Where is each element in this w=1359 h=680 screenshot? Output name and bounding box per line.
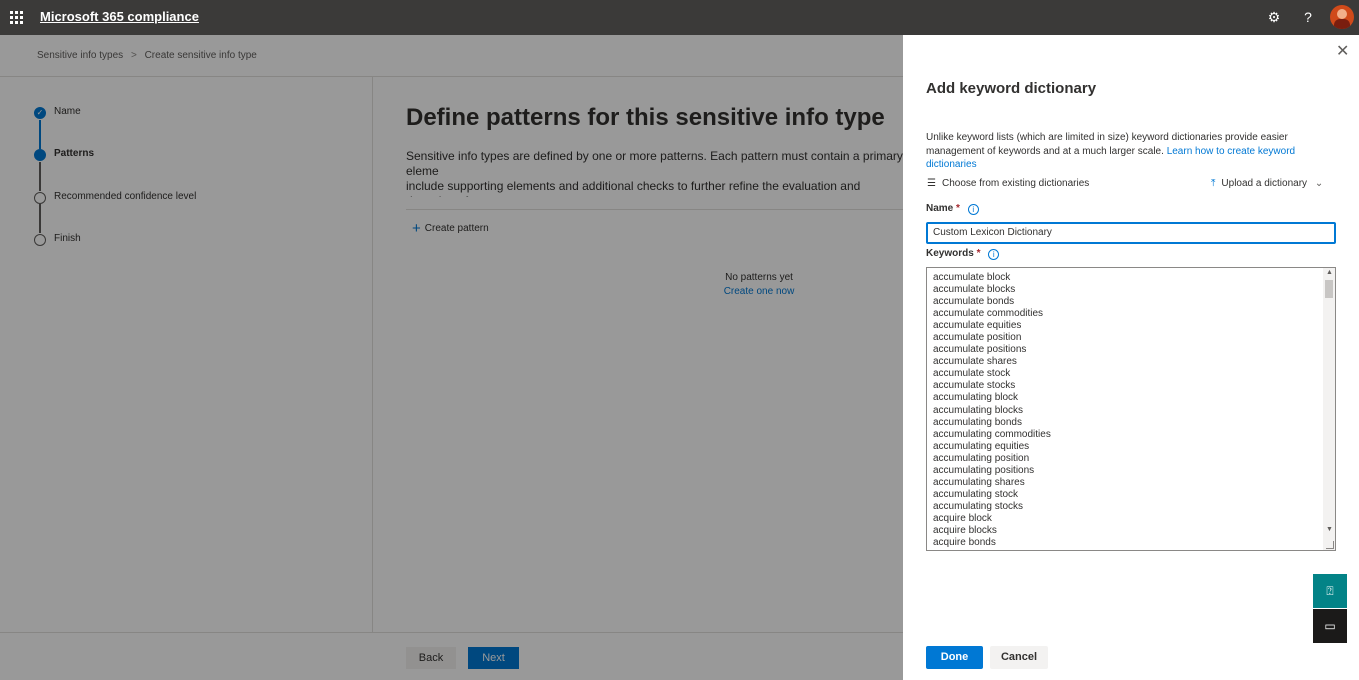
- feedback-icon: ▭: [1324, 619, 1336, 633]
- keyword-item: accumulating stock: [933, 488, 1019, 500]
- keyword-item: accumulating blocks: [933, 404, 1024, 416]
- keyword-item: accumulate positions: [933, 344, 1027, 356]
- scroll-down-icon[interactable]: ▼: [1326, 526, 1333, 533]
- keyword-item: accumulating shares: [933, 476, 1025, 488]
- help-button[interactable]: ⍰: [1313, 574, 1347, 608]
- upload-icon: ⤒: [1211, 178, 1216, 189]
- app-title[interactable]: Microsoft 365 compliance: [40, 9, 199, 24]
- scroll-up-icon[interactable]: ▲: [1326, 269, 1333, 276]
- name-input[interactable]: Custom Lexicon Dictionary: [926, 222, 1336, 244]
- keyword-item: accumulating stocks: [933, 500, 1024, 512]
- keyword-item: accumulating block: [933, 392, 1019, 404]
- scroll-thumb[interactable]: [1325, 280, 1333, 298]
- keyword-item: accumulating equities: [933, 440, 1030, 452]
- keyword-item: accumulate position: [933, 332, 1022, 344]
- keyword-item: accumulate equities: [933, 320, 1022, 332]
- scrollbar[interactable]: ▲ ▼: [1323, 268, 1335, 550]
- choose-existing-dictionaries-button[interactable]: ☰ Choose from existing dictionaries: [927, 178, 1089, 189]
- panel-title: Add keyword dictionary: [926, 80, 1097, 97]
- keyword-item: accumulate shares: [933, 356, 1017, 368]
- keyword-item: accumulate blocks: [933, 284, 1016, 296]
- keyword-item: accumulate stock: [933, 368, 1011, 380]
- modal-overlay[interactable]: [0, 35, 903, 680]
- list-icon: ☰: [927, 178, 936, 189]
- keyword-item: accumulating positions: [933, 464, 1035, 476]
- keyword-item: accumulate block: [933, 272, 1011, 283]
- resize-handle[interactable]: [1326, 541, 1334, 549]
- panel-description: Unlike keyword lists (which are limited …: [926, 132, 1296, 170]
- upload-dictionary-button[interactable]: ⤒ Upload a dictionary ⌄: [1211, 178, 1323, 189]
- question-circle-icon: ⍰: [1326, 584, 1334, 598]
- keyword-item: acquire blocks: [933, 524, 997, 536]
- keyword-item: accumulating bonds: [933, 416, 1022, 428]
- add-keyword-dictionary-panel: ✕ Add keyword dictionary Unlike keyword …: [903, 35, 1359, 680]
- help-icon[interactable]: ?: [1299, 8, 1317, 26]
- keywords-textarea[interactable]: accumulate block accumulate blocks accumul…: [926, 267, 1336, 551]
- keyword-item: acquire block: [933, 512, 992, 524]
- info-icon[interactable]: i: [967, 204, 979, 215]
- name-label: Name * i: [926, 203, 979, 215]
- keywords-label: Keywords * i: [926, 248, 1000, 260]
- done-button[interactable]: Done: [926, 646, 983, 669]
- cancel-button[interactable]: Cancel: [990, 646, 1048, 669]
- gear-icon[interactable]: ⚙: [1265, 8, 1283, 26]
- close-icon[interactable]: ✕: [1336, 44, 1349, 60]
- keyword-item: acquire bonds: [933, 537, 996, 549]
- keyword-item: accumulating position: [933, 452, 1030, 464]
- top-bar: Microsoft 365 compliance ⚙ ?: [0, 0, 1359, 35]
- keyword-item: accumulate bonds: [933, 296, 1015, 308]
- avatar[interactable]: [1330, 5, 1354, 29]
- feedback-button[interactable]: ▭: [1313, 609, 1347, 643]
- info-icon[interactable]: i: [988, 249, 1000, 260]
- keyword-item: accumulating commodities: [933, 428, 1051, 440]
- chevron-down-icon: ⌄: [1314, 178, 1324, 189]
- keyword-item: accumulate commodities: [933, 308, 1044, 320]
- waffle-icon[interactable]: [10, 11, 23, 24]
- keywords-list: accumulate block accumulate blocks accumul…: [933, 272, 1051, 549]
- keyword-item: accumulate stocks: [933, 380, 1016, 392]
